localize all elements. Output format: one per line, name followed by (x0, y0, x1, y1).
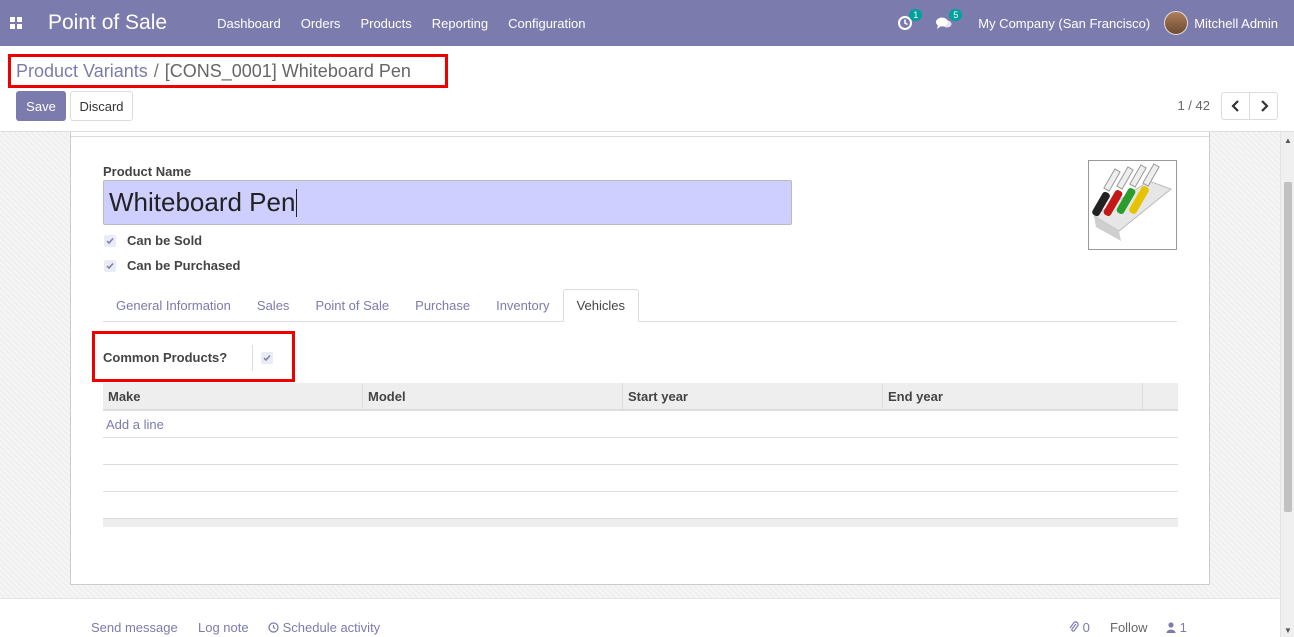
chatter-topbar: Send message Log note Schedule activity … (0, 598, 1280, 637)
breadcrumb-product-variants[interactable]: Product Variants (16, 61, 148, 82)
attachments-count: 0 (1082, 620, 1090, 635)
table-row (103, 438, 1178, 465)
column-start-year[interactable]: Start year (623, 383, 883, 409)
table-row (103, 465, 1178, 492)
followers-button[interactable]: 1 (1166, 620, 1187, 635)
sheet-button-box (71, 132, 1209, 137)
user-name: Mitchell Admin (1194, 15, 1278, 31)
breadcrumb-current: [CONS_0001] Whiteboard Pen (164, 60, 411, 81)
control-panel: Product Variants / [CONS_0001] Whiteboar… (0, 46, 1294, 132)
form-sheet: Product Name Whiteboard Pen Can be Sold … (70, 132, 1210, 585)
apps-menu-icon[interactable] (0, 0, 32, 46)
followers-count: 1 (1179, 620, 1187, 635)
scroll-thumb[interactable] (1284, 182, 1292, 512)
field-divider (252, 345, 253, 371)
menu-dashboard[interactable]: Dashboard (207, 16, 291, 31)
whiteboard-pen-image (1092, 163, 1173, 241)
activity-menu[interactable]: 1 (886, 9, 924, 30)
app-title[interactable]: Point of Sale (48, 11, 167, 35)
messaging-menu[interactable]: 5 (924, 9, 964, 30)
breadcrumb-separator: / (153, 60, 159, 81)
common-products-checkbox[interactable] (261, 352, 273, 364)
message-badge: 5 (949, 9, 963, 21)
chevron-right-icon (1260, 100, 1269, 112)
clock-icon (268, 622, 279, 633)
menu-products[interactable]: Products (350, 16, 421, 31)
page-scrollbar[interactable]: ▲ ▼ (1280, 132, 1294, 637)
systray: 1 5 My Company (San Francisco) Mitchell … (886, 0, 1294, 46)
pager-previous-button[interactable] (1221, 92, 1250, 120)
user-menu[interactable]: Mitchell Admin (1164, 11, 1294, 35)
schedule-activity-button[interactable]: Schedule activity (268, 620, 380, 635)
menu-configuration[interactable]: Configuration (498, 16, 595, 31)
product-name-value: Whiteboard Pen (109, 187, 296, 217)
company-switcher[interactable]: My Company (San Francisco) (964, 16, 1164, 31)
table-header: Make Model Start year End year (103, 383, 1178, 411)
activity-badge: 1 (909, 9, 923, 21)
add-a-line-link[interactable]: Add a line (106, 417, 164, 432)
paperclip-icon (1069, 621, 1079, 632)
check-icon (263, 355, 271, 362)
column-make[interactable]: Make (103, 383, 363, 409)
schedule-activity-label: Schedule activity (282, 620, 381, 635)
scroll-up-arrow-icon[interactable]: ▲ (1284, 136, 1292, 145)
attachments-button[interactable]: 0 (1069, 620, 1090, 635)
chevron-left-icon (1230, 100, 1239, 112)
menu-reporting[interactable]: Reporting (422, 16, 498, 31)
send-message-button[interactable]: Send message (91, 620, 178, 635)
pager-next-button[interactable] (1249, 92, 1278, 120)
tab-vehicles[interactable]: Vehicles (562, 289, 639, 322)
check-icon (106, 237, 114, 244)
save-button[interactable]: Save (16, 91, 66, 121)
can-be-sold-row: Can be Sold (104, 233, 202, 248)
discard-button[interactable]: Discard (70, 91, 133, 121)
can-be-purchased-label: Can be Purchased (127, 258, 241, 273)
check-icon (106, 262, 114, 269)
table-row (103, 492, 1178, 519)
can-be-sold-label: Can be Sold (127, 233, 203, 248)
tab-general-information[interactable]: General Information (103, 289, 244, 322)
text-caret (296, 188, 298, 217)
product-name-label: Product Name (103, 164, 192, 179)
user-icon (1166, 622, 1176, 633)
menu-orders[interactable]: Orders (291, 16, 351, 31)
product-image[interactable] (1088, 160, 1177, 250)
log-note-button[interactable]: Log note (198, 620, 249, 635)
tab-purchase[interactable]: Purchase (402, 289, 483, 322)
notebook-tabs: General Information Sales Point of Sale … (103, 289, 1177, 322)
column-actions (1143, 383, 1178, 409)
main-menu: Dashboard Orders Products Reporting Conf… (207, 16, 595, 31)
form-view: Product Name Whiteboard Pen Can be Sold … (0, 132, 1280, 637)
table-footer (103, 519, 1178, 527)
breadcrumb: Product Variants / [CONS_0001] Whiteboar… (8, 54, 448, 88)
column-model[interactable]: Model (363, 383, 623, 409)
tab-inventory[interactable]: Inventory (483, 289, 562, 322)
product-name-input[interactable]: Whiteboard Pen (103, 180, 792, 225)
tab-point-of-sale[interactable]: Point of Sale (302, 289, 402, 322)
top-navbar: Point of Sale Dashboard Orders Products … (0, 0, 1294, 46)
column-end-year[interactable]: End year (883, 383, 1143, 409)
vehicles-table: Make Model Start year End year Add a lin… (103, 383, 1178, 527)
table-row: Add a line (103, 411, 1178, 438)
avatar (1164, 11, 1189, 35)
can-be-sold-checkbox[interactable] (104, 234, 116, 247)
tab-sales[interactable]: Sales (244, 289, 303, 322)
follow-button[interactable]: Follow (1110, 620, 1148, 635)
can-be-purchased-row: Can be Purchased (104, 258, 240, 273)
pager-value[interactable]: 1 / 42 (1177, 98, 1210, 113)
can-be-purchased-checkbox[interactable] (104, 259, 116, 272)
common-products-label: Common Products? (103, 350, 228, 365)
scroll-down-arrow-icon[interactable]: ▼ (1284, 626, 1292, 635)
